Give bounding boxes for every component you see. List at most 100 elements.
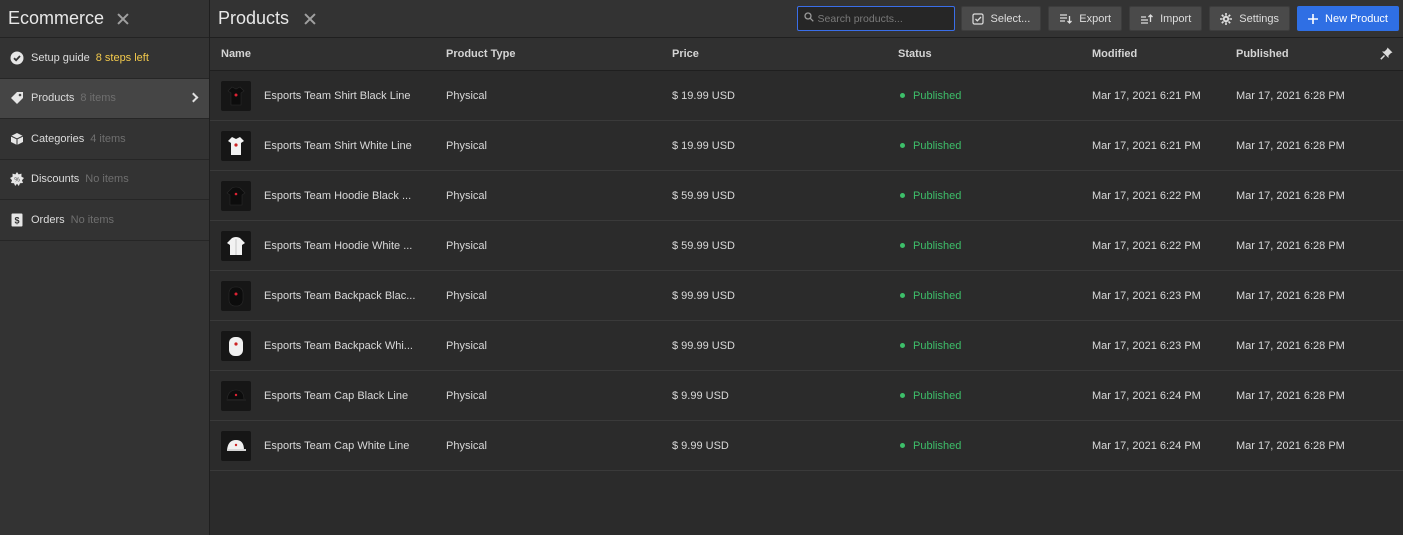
status-text: Published — [913, 389, 962, 402]
export-label: Export — [1079, 12, 1112, 25]
export-button[interactable]: Export — [1048, 6, 1123, 31]
toolbar: Products Select... Export — [210, 0, 1403, 38]
export-icon — [1059, 13, 1073, 25]
sidebar-item-products[interactable]: Products 8 items — [0, 78, 209, 119]
table-row[interactable]: Esports Team Shirt White Line Physical $… — [210, 121, 1403, 171]
check-circle-icon — [10, 51, 24, 65]
product-name: Esports Team Shirt Black Line — [264, 89, 411, 102]
sidebar-item-label: Orders — [31, 213, 65, 226]
status-text: Published — [913, 289, 962, 302]
sidebar-item-label: Products — [31, 92, 75, 105]
search-icon — [803, 12, 814, 25]
product-thumbnail — [221, 230, 251, 261]
published-date: Mar 17, 2021 6:28 PM — [1236, 339, 1345, 352]
column-header-modified[interactable]: Modified — [1082, 48, 1226, 60]
sidebar-item-badge: No items — [70, 213, 115, 226]
status-badge: Published — [898, 290, 1082, 302]
pin-icon[interactable] — [1380, 47, 1393, 63]
product-price: $ 19.99 USD — [672, 139, 735, 152]
modified-date: Mar 17, 2021 6:24 PM — [1092, 439, 1201, 452]
published-date: Mar 17, 2021 6:28 PM — [1236, 439, 1345, 452]
select-button[interactable]: Select... — [960, 6, 1042, 31]
sidebar-item-setup-guide[interactable]: Setup guide 8 steps left — [0, 38, 209, 79]
sidebar-item-orders[interactable]: $ Orders No items — [0, 200, 209, 241]
sidebar-item-discounts[interactable]: % Discounts No items — [0, 160, 209, 200]
product-name: Esports Team Shirt White Line — [264, 139, 412, 152]
product-type: Physical — [446, 239, 487, 252]
product-name: Esports Team Cap White Line — [264, 439, 410, 452]
sidebar-item-badge: 4 items — [90, 132, 126, 145]
modified-date: Mar 17, 2021 6:21 PM — [1092, 139, 1201, 152]
import-label: Import — [1160, 12, 1192, 25]
ecommerce-app: Ecommerce Setup guide 8 steps left Produ… — [0, 0, 1403, 535]
sidebar-title: Ecommerce — [8, 8, 105, 28]
published-date: Mar 17, 2021 6:28 PM — [1236, 389, 1345, 402]
column-header-name[interactable]: Name — [210, 48, 436, 60]
product-price: $ 9.99 USD — [672, 439, 729, 452]
published-date: Mar 17, 2021 6:28 PM — [1236, 139, 1345, 152]
status-badge: Published — [898, 440, 1082, 452]
product-thumbnail — [221, 80, 251, 111]
published-date: Mar 17, 2021 6:28 PM — [1236, 89, 1345, 102]
product-type: Physical — [446, 189, 487, 202]
sidebar-item-categories[interactable]: Categories 4 items — [0, 119, 209, 160]
main-panel: Products Select... Export — [210, 0, 1403, 535]
plus-icon — [1308, 13, 1319, 24]
sidebar-item-badge: No items — [85, 173, 129, 186]
status-badge: Published — [898, 240, 1082, 252]
sidebar-item-label: Setup guide — [31, 51, 90, 64]
status-text: Published — [913, 89, 962, 102]
table-row[interactable]: Esports Team Backpack Blac... Physical $… — [210, 271, 1403, 321]
published-date: Mar 17, 2021 6:28 PM — [1236, 239, 1345, 252]
close-panel-icon[interactable] — [303, 12, 317, 26]
table-header: Name Product Type Price Status Modified … — [210, 38, 1403, 71]
table-row[interactable]: Esports Team Backpack Whi... Physical $ … — [210, 321, 1403, 371]
column-header-price[interactable]: Price — [662, 48, 888, 60]
product-price: $ 59.99 USD — [672, 189, 735, 202]
status-text: Published — [913, 239, 962, 252]
sidebar-item-badge: 8 steps left — [95, 51, 149, 64]
close-sidebar-icon[interactable] — [116, 12, 130, 26]
column-header-product-type[interactable]: Product Type — [436, 48, 662, 60]
product-price: $ 59.99 USD — [672, 239, 735, 252]
product-thumbnail — [221, 280, 251, 311]
table-body: Esports Team Shirt Black Line Physical $… — [210, 71, 1403, 471]
settings-label: Settings — [1239, 12, 1280, 25]
product-thumbnail — [221, 330, 251, 361]
tag-icon — [10, 91, 24, 105]
column-header-status[interactable]: Status — [888, 48, 1082, 60]
modified-date: Mar 17, 2021 6:23 PM — [1092, 339, 1201, 352]
product-type: Physical — [446, 339, 487, 352]
import-button[interactable]: Import — [1129, 6, 1203, 31]
modified-date: Mar 17, 2021 6:24 PM — [1092, 389, 1201, 402]
modified-date: Mar 17, 2021 6:22 PM — [1092, 189, 1201, 202]
table-row[interactable]: Esports Team Cap Black Line Physical $ 9… — [210, 371, 1403, 421]
product-type: Physical — [446, 139, 487, 152]
product-thumbnail — [221, 380, 251, 411]
badge-gear-icon: % — [10, 172, 24, 187]
table-row[interactable]: Esports Team Hoodie Black ... Physical $… — [210, 171, 1403, 221]
product-name: Esports Team Hoodie White ... — [264, 239, 413, 252]
table-row[interactable]: Esports Team Hoodie White ... Physical $… — [210, 221, 1403, 271]
published-date: Mar 17, 2021 6:28 PM — [1236, 289, 1345, 302]
table-row[interactable]: Esports Team Cap White Line Physical $ 9… — [210, 421, 1403, 471]
status-dot — [900, 443, 905, 448]
new-product-button[interactable]: New Product — [1297, 6, 1399, 31]
product-price: $ 19.99 USD — [672, 89, 735, 102]
product-name: Esports Team Hoodie Black ... — [264, 189, 412, 202]
settings-button[interactable]: Settings — [1209, 6, 1291, 31]
product-type: Physical — [446, 389, 487, 402]
status-text: Published — [913, 189, 962, 202]
product-type: Physical — [446, 439, 487, 452]
sidebar-item-label: Categories — [31, 132, 85, 145]
column-header-published[interactable]: Published — [1226, 48, 1376, 60]
product-type: Physical — [446, 289, 487, 302]
table-row[interactable]: Esports Team Shirt Black Line Physical $… — [210, 71, 1403, 121]
new-product-label: New Product — [1325, 12, 1388, 25]
product-name: Esports Team Cap Black Line — [264, 389, 409, 402]
search-box[interactable] — [796, 6, 955, 31]
sidebar: Ecommerce Setup guide 8 steps left Produ… — [0, 0, 210, 535]
svg-text:%: % — [14, 178, 20, 184]
search-input[interactable] — [817, 12, 948, 25]
status-dot — [900, 143, 905, 148]
